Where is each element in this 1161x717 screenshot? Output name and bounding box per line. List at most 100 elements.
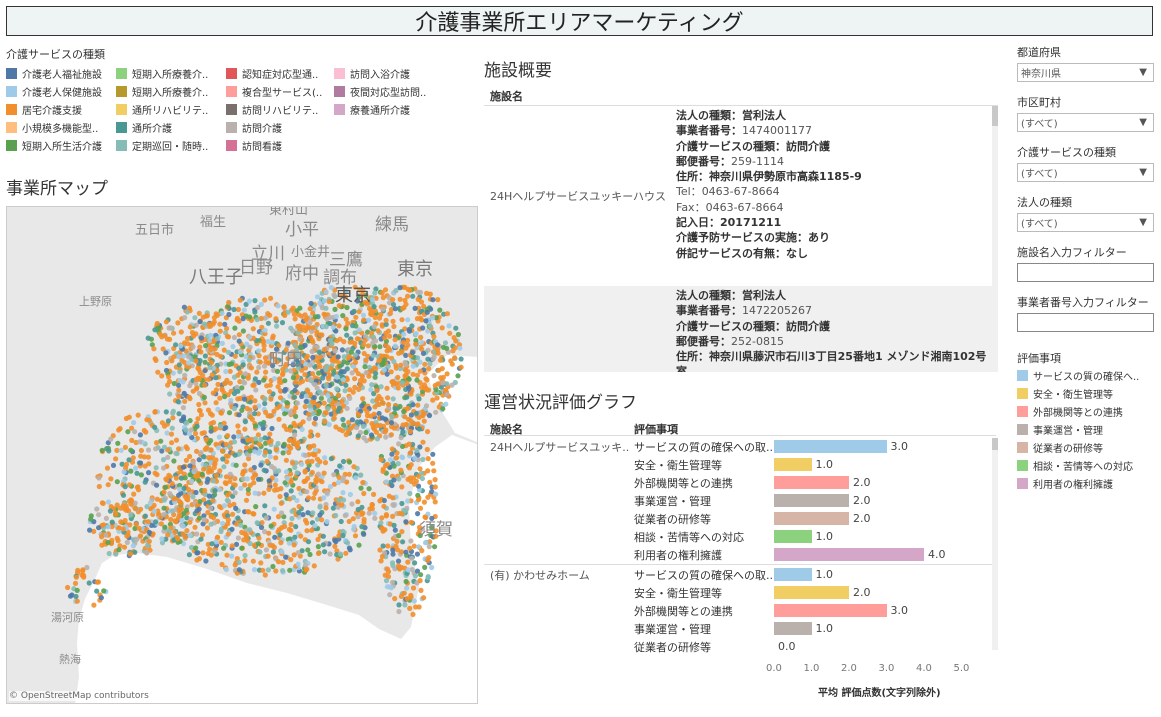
graph-item-label[interactable]: 従業者の研修等 xyxy=(634,511,711,527)
facility-name-filter-label: 施設名入力フィルター xyxy=(1017,246,1127,259)
service-legend-item[interactable]: 居宅介護支援 xyxy=(6,101,116,117)
graph-item-label[interactable]: 安全・衛生管理等 xyxy=(634,585,722,601)
graph-bar[interactable] xyxy=(774,586,849,599)
service-legend-item[interactable]: 訪問介護 xyxy=(226,119,334,135)
eval-legend-item[interactable]: 従業者の研修等 xyxy=(1017,438,1154,456)
graph-bar[interactable] xyxy=(774,476,849,489)
graph-bar[interactable] xyxy=(774,512,849,525)
legend-label: 認知症対応型通.. xyxy=(242,69,319,81)
facility-map[interactable]: 五日市 福生 東村山 小平 練馬 立川 小金井 三鷹 日野 府中 調布 八王子 … xyxy=(6,206,478,704)
facility-record[interactable]: 24Hヘルプサービスユッキーハウス 法人の種類：営利法人 事業者番号：14740… xyxy=(484,106,992,286)
graph-bar[interactable] xyxy=(774,530,812,543)
graph-scrollbar[interactable] xyxy=(992,438,998,650)
graph-bar-value: 2.0 xyxy=(853,494,871,507)
graph-bar[interactable] xyxy=(774,494,849,507)
evaluation-graph[interactable]: 施設名 評価事項 24Hヘルプサービスユッキ.. サービスの質の確保への取.. 3.… xyxy=(484,418,998,708)
eval-legend-item[interactable]: 安全・衛生管理等 xyxy=(1017,384,1154,402)
graph-bar[interactable] xyxy=(774,604,887,617)
service-legend-item[interactable]: 小規模多機能型.. xyxy=(6,119,116,135)
facility-record[interactable]: 法人の種類：営利法人 事業者番号：1472205267 介護サービスの種類：訪問… xyxy=(484,286,992,372)
scrollbar-thumb[interactable] xyxy=(992,438,998,450)
scrollbar-thumb[interactable] xyxy=(992,106,998,126)
dashboard-title: 介護事業所エリアマーケティング xyxy=(6,6,1153,36)
map-attribution[interactable]: © OpenStreetMap contributors xyxy=(9,691,149,701)
graph-facility-name[interactable]: (有) かわせみホーム xyxy=(490,567,590,583)
legend-label: 訪問介護 xyxy=(242,123,282,135)
graph-item-label[interactable]: 外部機関等との連携 xyxy=(634,475,733,491)
axis-tick-label: 2.0 xyxy=(841,663,857,674)
eval-legend-item[interactable]: サービスの質の確保へ.. xyxy=(1017,366,1154,384)
graph-bar-value: 3.0 xyxy=(890,440,909,453)
service-legend-item[interactable]: 訪問入浴介護 xyxy=(334,65,444,81)
map-label-yokosuka: 須賀 xyxy=(419,520,453,540)
service-legend-item xyxy=(334,137,444,153)
service-legend-item[interactable]: 通所介護 xyxy=(116,119,226,135)
service-legend-item[interactable]: 定期巡回・随時.. xyxy=(116,137,226,153)
service-legend-item[interactable]: 夜間対応型訪問.. xyxy=(334,83,444,99)
graph-item-label[interactable]: 利用者の権利擁護 xyxy=(634,547,722,563)
graph-bar[interactable] xyxy=(774,622,812,635)
graph-bar[interactable] xyxy=(774,440,887,453)
axis-tick-label: 0.0 xyxy=(766,663,782,674)
service-legend-item[interactable]: 通所リハビリテ.. xyxy=(116,101,226,117)
service-type-dropdown[interactable]: (すべて) ▼ xyxy=(1017,163,1154,182)
map-label-tokyo-center: 東京 xyxy=(335,285,371,306)
map-label-uenohara: 上野原 xyxy=(79,295,112,308)
group-divider xyxy=(484,564,996,565)
graph-item-label[interactable]: 事業運営・管理 xyxy=(634,493,711,509)
legend-swatch xyxy=(1017,441,1028,453)
facility-name-header[interactable]: 施設名 xyxy=(484,88,998,106)
city-value: (すべて) xyxy=(1021,119,1058,130)
map-label-hino: 日野 xyxy=(239,258,273,278)
service-legend-item[interactable]: 短期入所生活介護 xyxy=(6,137,116,153)
facility-details: 法人の種類：営利法人 事業者番号：1474001177 介護サービスの種類：訪問… xyxy=(676,109,862,260)
service-legend-item[interactable]: 短期入所療養介.. xyxy=(116,65,226,81)
legend-swatch xyxy=(6,85,17,97)
service-legend-item[interactable]: 短期入所療養介.. xyxy=(116,83,226,99)
legend-label: 事業運営・管理 xyxy=(1033,425,1103,437)
graph-item-label[interactable]: 事業運営・管理 xyxy=(634,621,711,637)
city-dropdown[interactable]: (すべて) ▼ xyxy=(1017,113,1154,132)
facility-overview-body[interactable]: 24Hヘルプサービスユッキーハウス 法人の種類：営利法人 事業者番号：14740… xyxy=(484,106,994,372)
service-legend-item[interactable]: 認知症対応型通.. xyxy=(226,65,334,81)
operator-id-input[interactable] xyxy=(1017,313,1154,332)
service-legend-item[interactable]: 訪問看護 xyxy=(226,137,334,153)
graph-item-label[interactable]: 安全・衛生管理等 xyxy=(634,457,722,473)
service-legend-item[interactable]: 訪問リハビリテ.. xyxy=(226,101,334,117)
service-legend-item[interactable]: 複合型サービス(.. xyxy=(226,83,334,99)
graph-facility-name[interactable]: 24Hヘルプサービスユッキ.. xyxy=(490,439,629,455)
prefecture-dropdown[interactable]: 神奈川県 ▼ xyxy=(1017,63,1154,82)
eval-legend-item[interactable]: 相談・苦情等への対応 xyxy=(1017,456,1154,474)
facility-overview-scrollbar[interactable] xyxy=(992,106,998,372)
legend-label: 短期入所生活介護 xyxy=(22,141,102,153)
axis-tick-label: 1.0 xyxy=(803,663,820,674)
eval-legend-item[interactable]: 外部機関等との連携 xyxy=(1017,402,1154,420)
eval-legend-item[interactable]: 事業運営・管理 xyxy=(1017,420,1154,438)
graph-item-label[interactable]: 外部機関等との連携 xyxy=(634,603,733,619)
graph-item-label[interactable]: サービスの質の確保への取.. xyxy=(634,567,773,583)
map-label-nerima: 練馬 xyxy=(375,215,409,235)
legend-swatch xyxy=(6,67,17,79)
service-legend-item[interactable]: 療養通所介護 xyxy=(334,101,444,117)
legend-swatch xyxy=(116,139,127,151)
legend-swatch xyxy=(1017,369,1028,381)
legend-swatch xyxy=(226,67,237,79)
dropdown-arrow-icon: ▼ xyxy=(1139,67,1147,78)
legend-swatch xyxy=(226,85,237,97)
graph-bar[interactable] xyxy=(774,548,924,561)
legend-swatch xyxy=(116,103,127,115)
facility-overview-table[interactable]: 施設名 24Hヘルプサービスユッキーハウス 法人の種類：営利法人 事業者番号：1… xyxy=(484,88,998,372)
graph-item-label[interactable]: 相談・苦情等への対応 xyxy=(634,529,744,545)
eval-legend-item[interactable]: 利用者の権利擁護 xyxy=(1017,474,1154,492)
facility-details: 法人の種類：営利法人 事業者番号：1472205267 介護サービスの種類：訪問… xyxy=(676,289,987,372)
corp-type-dropdown[interactable]: (すべて) ▼ xyxy=(1017,213,1154,232)
service-legend-item[interactable]: 介護老人保健施設 xyxy=(6,83,116,99)
dropdown-arrow-icon: ▼ xyxy=(1139,217,1147,228)
graph-bar[interactable] xyxy=(774,458,812,471)
service-legend-item[interactable]: 介護老人福祉施設 xyxy=(6,65,116,81)
graph-item-label[interactable]: 従業者の研修等 xyxy=(634,639,711,655)
legend-label: 通所リハビリテ.. xyxy=(132,105,209,117)
graph-bar[interactable] xyxy=(774,568,812,581)
graph-item-label[interactable]: サービスの質の確保への取.. xyxy=(634,439,773,455)
facility-name-input[interactable] xyxy=(1017,263,1154,282)
